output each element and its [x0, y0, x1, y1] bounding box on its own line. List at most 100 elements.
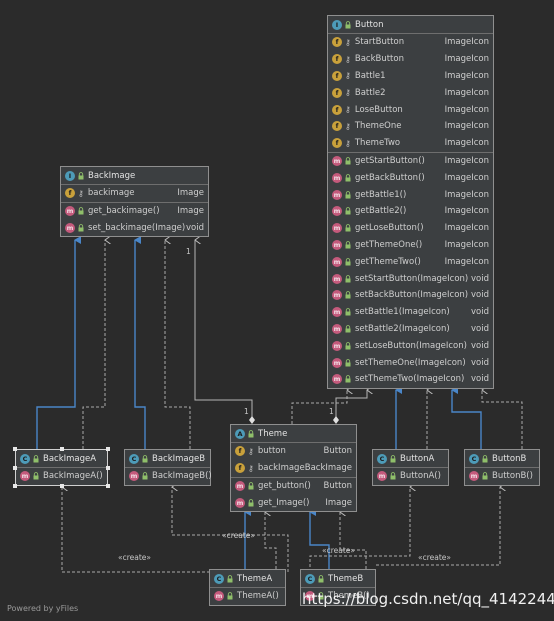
method-row[interactable]: m setThemeTwo(ImageIcon) void [328, 371, 493, 388]
selection-handle[interactable] [13, 465, 17, 470]
class-header[interactable]: I Button [328, 16, 493, 34]
class-node-button[interactable]: I Button f ⚷ StartButton ImageIcon f ⚷ BackButto… [327, 15, 494, 389]
selection-handle[interactable] [106, 484, 110, 488]
dependency-edge-themeb [339, 512, 367, 569]
field-row[interactable]: f ⚷ LoseButton ImageIcon [328, 101, 493, 118]
method-row[interactable]: m setBattle2(ImageIcon) void [328, 321, 493, 338]
selection-handle[interactable] [59, 447, 64, 451]
method-signature: BackImageB() [152, 471, 212, 482]
field-row[interactable]: f ⚷ Battle2 ImageIcon [328, 84, 493, 101]
return-type: void [186, 222, 204, 233]
method-icon: m [332, 239, 342, 250]
lock-icon [390, 454, 396, 462]
lock-icon [345, 241, 351, 249]
method-row[interactable]: m getBackButton() ImageIcon [328, 169, 493, 186]
method-row[interactable]: m getStartButton() ImageIcon [328, 153, 493, 170]
class-node-backimagea[interactable]: C BackImageA m BackImageA() [15, 449, 108, 486]
class-header[interactable]: C ButtonB [465, 450, 539, 468]
field-row[interactable]: f ⚷ StartButton ImageIcon [328, 34, 493, 51]
dependency-edge-backimageb [164, 240, 191, 449]
method-row[interactable]: m ThemeA() [210, 588, 285, 605]
method-row[interactable]: m getBattle2() ImageIcon [328, 203, 493, 220]
method-row[interactable]: m getBattle1() ImageIcon [328, 186, 493, 203]
class-icon: C [305, 573, 315, 584]
method-row[interactable]: m getLoseButton() ImageIcon [328, 220, 493, 237]
method-row[interactable]: m setBackButton(ImageIcon) void [328, 287, 493, 304]
class-node-backimage[interactable]: I BackImage f ⚷ backimage Image m get_backimage… [60, 166, 209, 238]
class-header[interactable]: C BackImageB [125, 450, 210, 468]
field-icon: f [332, 87, 342, 98]
key-visibility-icon: ⚷ [345, 54, 351, 64]
dependency-edge-buttonb [481, 390, 523, 449]
method-row[interactable]: m BackImageB() [125, 468, 212, 485]
method-row[interactable]: m setStartButton(ImageIcon) void [328, 270, 493, 287]
method-row[interactable]: m setBattle1(ImageIcon) void [328, 304, 493, 321]
class-header[interactable]: C ButtonA [373, 450, 448, 468]
lock-icon [345, 291, 351, 299]
selection-handle[interactable] [59, 484, 64, 488]
powered-by-footer: Powered by yFiles [7, 604, 79, 613]
class-name: ButtonA [400, 453, 435, 464]
method-row[interactable]: m BackImageA() [16, 468, 107, 485]
method-icon: m [332, 172, 342, 183]
field-name: ThemeTwo [354, 138, 401, 149]
method-row[interactable]: m setThemeOne(ImageIcon) void [328, 354, 493, 371]
class-node-backimageb[interactable]: C BackImageB m BackImageB() [124, 449, 212, 486]
method-row[interactable]: m get_button() Button [231, 478, 356, 495]
selection-handle[interactable] [13, 447, 17, 451]
method-signature: set_backimage(Image) [88, 222, 186, 233]
association-edge-theme-button [335, 390, 367, 417]
field-row[interactable]: f ⚷ BackButton ImageIcon [328, 51, 493, 68]
field-name: BackButton [354, 54, 404, 65]
key-visibility-icon: ⚷ [248, 463, 254, 473]
field-row[interactable]: f ⚷ button Button [231, 443, 356, 460]
class-header[interactable]: C ThemeA [210, 570, 285, 588]
method-signature: get_Image() [258, 497, 310, 508]
watermark-url: https://blog.csdn.net/qq_41422448 [302, 590, 554, 608]
lock-icon [345, 173, 351, 182]
class-node-themea[interactable]: C ThemeA m ThemeA() [209, 569, 286, 606]
selection-handle[interactable] [13, 484, 17, 488]
selection-handle[interactable] [106, 465, 110, 470]
lock-icon [345, 224, 351, 232]
key-visibility-icon: ⚷ [345, 121, 351, 131]
lock-icon [33, 454, 39, 462]
lock-icon [482, 454, 488, 462]
field-row[interactable]: f ⚷ ThemeTwo ImageIcon [328, 135, 493, 152]
method-row[interactable]: m getThemeOne() ImageIcon [328, 237, 493, 254]
method-row[interactable]: m set_backimage(Image) void [61, 220, 208, 237]
class-header[interactable]: C ThemeB [301, 570, 375, 588]
method-row[interactable]: m ButtonB() [465, 468, 539, 485]
interface-icon: I [332, 19, 342, 30]
class-header[interactable]: I BackImage [61, 167, 208, 185]
method-row[interactable]: m ButtonA() [373, 468, 448, 485]
class-header[interactable]: C BackImageA [16, 450, 107, 468]
method-row[interactable]: m getThemeTwo() ImageIcon [328, 253, 493, 270]
field-row[interactable]: f ⚷ backImage BackImage [231, 460, 356, 477]
method-row[interactable]: m get_backimage() Image [61, 203, 208, 220]
selection-handle[interactable] [106, 447, 110, 451]
class-header[interactable]: A Theme [231, 425, 356, 443]
method-signature: ThemeA() [237, 591, 279, 602]
class-node-theme[interactable]: A Theme f ⚷ button Button f ⚷ backImage BackImage… [230, 424, 357, 513]
return-type: Image [177, 206, 204, 217]
aggregation-diamond-backimage [249, 416, 255, 424]
field-row[interactable]: f ⚷ ThemeOne ImageIcon [328, 118, 493, 135]
field-row[interactable]: f ⚷ backimage Image [61, 185, 208, 202]
field-type: ImageIcon [444, 121, 489, 132]
lock-icon [78, 207, 84, 215]
class-node-buttona[interactable]: C ButtonA m ButtonA() [372, 449, 449, 486]
lock-icon [345, 207, 351, 215]
method-icon: m [332, 340, 342, 351]
class-node-buttonb[interactable]: C ButtonB m ButtonB() [464, 449, 540, 486]
method-row[interactable]: m get_Image() Image [231, 494, 356, 511]
field-row[interactable]: f ⚷ Battle1 ImageIcon [328, 68, 493, 85]
realization-edge-backimageb [134, 236, 146, 449]
field-icon: f [332, 37, 342, 48]
fields-section: f ⚷ StartButton ImageIcon f ⚷ BackButton ImageI… [328, 34, 493, 153]
return-type: Image [325, 497, 352, 508]
method-row[interactable]: m setLoseButton(ImageIcon) void [328, 337, 493, 354]
method-signature: ButtonA() [400, 471, 441, 482]
aggregation-diamond-button [333, 416, 339, 424]
method-signature: setBattle1(ImageIcon) [355, 307, 450, 318]
